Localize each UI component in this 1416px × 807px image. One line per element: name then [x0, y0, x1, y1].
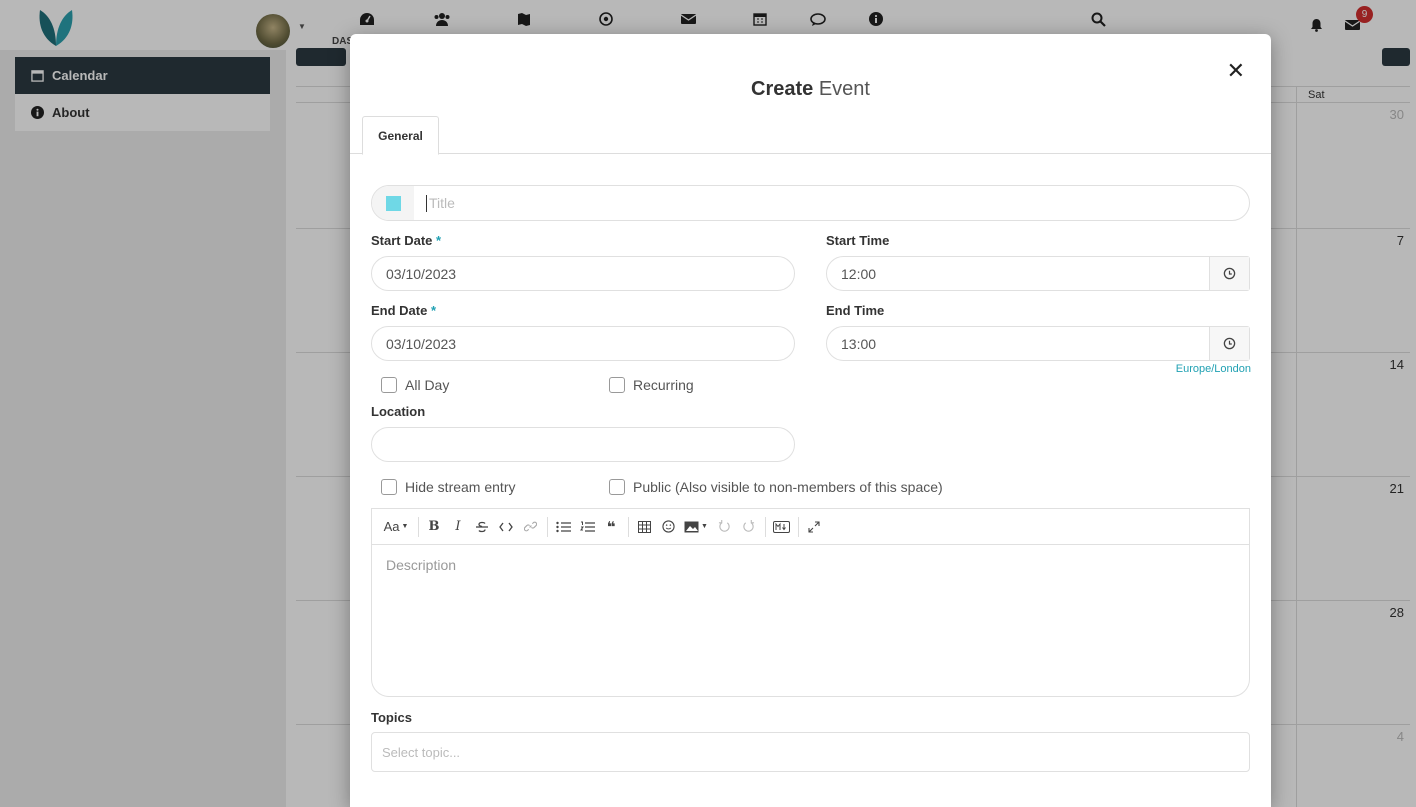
color-swatch[interactable]	[385, 195, 401, 211]
start-time-value: 12:00	[841, 265, 877, 282]
public-label: Public (Also visible to non-members of t…	[633, 479, 943, 495]
ordered-list-icon[interactable]	[576, 516, 598, 538]
timezone-link[interactable]: Europe/London	[1176, 363, 1251, 375]
end-time-input[interactable]: 13:00	[826, 326, 1250, 361]
start-date-label: Start Date *	[371, 233, 442, 248]
bold-icon[interactable]: B	[423, 516, 445, 538]
table-icon[interactable]	[633, 516, 655, 538]
start-date-value: 03/10/2023	[386, 265, 457, 282]
modal-title-bold: Create	[751, 78, 814, 100]
public-checkbox[interactable]: Public (Also visible to non-members of t…	[609, 479, 943, 495]
hide-stream-label: Hide stream entry	[405, 479, 516, 495]
start-time-input[interactable]: 12:00	[826, 256, 1250, 291]
description-placeholder: Description	[386, 557, 457, 573]
modal-title: Create Event	[350, 78, 1271, 101]
end-date-label: End Date *	[371, 303, 437, 318]
link-icon[interactable]	[519, 516, 541, 538]
color-picker[interactable]	[372, 186, 414, 220]
checkbox-box[interactable]	[381, 377, 397, 393]
code-icon[interactable]	[495, 516, 517, 538]
end-time-label: End Time	[826, 303, 885, 318]
description-editor[interactable]: Description	[371, 544, 1250, 697]
tab-bar: General	[350, 116, 1271, 155]
create-event-modal: ✕ Create Event General Title Start Date …	[350, 34, 1271, 807]
hide-stream-checkbox[interactable]: Hide stream entry	[381, 479, 515, 495]
modal-title-rest: Event	[813, 78, 870, 100]
end-date-input[interactable]: 03/10/2023	[371, 326, 795, 361]
checkbox-box[interactable]	[381, 479, 397, 495]
fullscreen-icon[interactable]	[803, 516, 825, 538]
font-size-dropdown[interactable]: Aa ▼	[380, 516, 412, 538]
markdown-icon[interactable]	[770, 516, 792, 538]
clock-icon[interactable]	[1209, 257, 1249, 290]
checkbox-box[interactable]	[609, 377, 625, 393]
title-input[interactable]: Title	[426, 195, 455, 212]
tab-general[interactable]: General	[362, 116, 439, 155]
checkbox-box[interactable]	[609, 479, 625, 495]
start-time-label: Start Time	[826, 233, 890, 248]
undo-icon[interactable]	[713, 516, 735, 538]
all-day-label: All Day	[405, 377, 450, 393]
location-input[interactable]	[371, 427, 795, 462]
emoji-icon[interactable]	[657, 516, 679, 538]
recurring-checkbox[interactable]: Recurring	[609, 377, 694, 393]
end-time-value: 13:00	[841, 335, 877, 352]
title-field[interactable]: Title	[371, 185, 1250, 221]
clock-icon[interactable]	[1209, 327, 1249, 360]
topics-select[interactable]: Select topic...	[371, 732, 1250, 772]
redo-icon[interactable]	[737, 516, 759, 538]
all-day-checkbox[interactable]: All Day	[381, 377, 449, 393]
start-date-input[interactable]: 03/10/2023	[371, 256, 795, 291]
recurring-label: Recurring	[633, 377, 694, 393]
quote-icon[interactable]: ❝	[600, 516, 622, 538]
topics-label: Topics	[371, 710, 412, 725]
italic-icon[interactable]: I	[447, 516, 469, 538]
end-date-value: 03/10/2023	[386, 335, 457, 352]
editor-toolbar: Aa ▼ B I ❝ ▼	[371, 508, 1250, 544]
location-label: Location	[371, 404, 426, 419]
image-dropdown-icon[interactable]: ▼	[681, 516, 711, 538]
bullet-list-icon[interactable]	[552, 516, 574, 538]
strikethrough-icon[interactable]	[471, 516, 493, 538]
topics-placeholder: Select topic...	[382, 744, 461, 760]
